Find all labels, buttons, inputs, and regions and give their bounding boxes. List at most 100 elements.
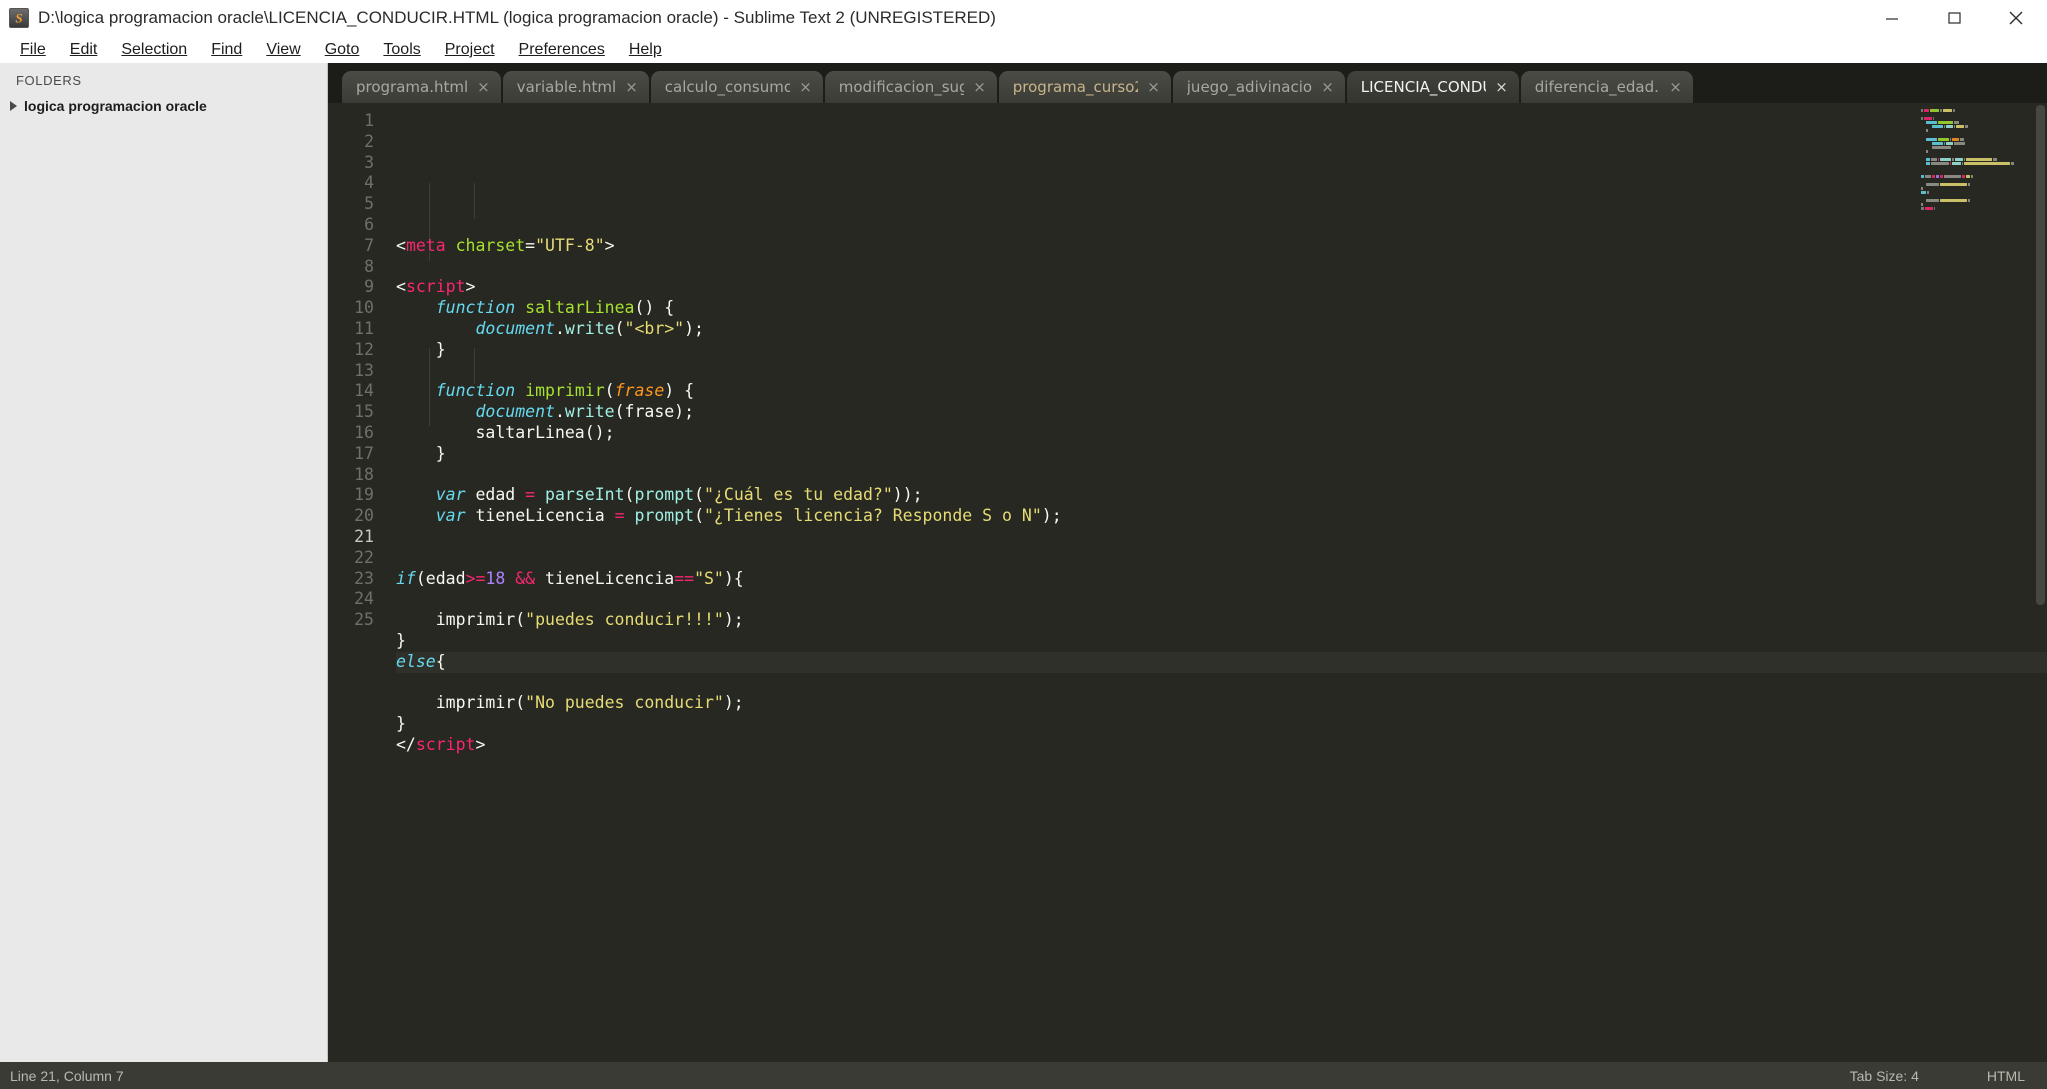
editor-tab[interactable]: juego_adivinacion.h ×	[1172, 71, 1345, 103]
line-number: 24	[354, 589, 374, 609]
vertical-scrollbar-thumb[interactable]	[2036, 105, 2045, 605]
chevron-right-icon[interactable]	[10, 101, 17, 111]
editor-tab[interactable]: programa_curso2.ht ×	[998, 71, 1171, 103]
code-token-plain: {	[435, 651, 446, 671]
maximize-icon[interactable]	[1923, 0, 1985, 36]
menu-item-preferences[interactable]: Preferences	[507, 39, 617, 61]
minimap-line	[1921, 203, 2031, 207]
minimize-icon[interactable]	[1861, 0, 1923, 36]
code-line[interactable]	[396, 589, 2047, 610]
code-line[interactable]: else{	[396, 651, 2047, 673]
code-minimap[interactable]	[1917, 103, 2035, 211]
code-token-plain: );	[723, 693, 744, 713]
tab-close-icon[interactable]: ×	[1495, 79, 1508, 95]
editor-tab[interactable]: variable.html ×	[502, 71, 649, 103]
code-line[interactable]: document.write(frase);	[396, 402, 2047, 423]
line-number-gutter: 1 2 3 4 5 6 7 8 9 10 11 12 13 14 15 16 17 18 19 20 21 22 23 24 2…	[328, 103, 384, 1062]
code-line[interactable]	[396, 548, 2047, 569]
code-token-op: =	[525, 485, 536, 505]
tab-close-icon[interactable]: ×	[1669, 79, 1682, 95]
minimap-line	[1921, 179, 2031, 182]
menu-item-file[interactable]: File	[8, 39, 58, 61]
minimap-segment	[1967, 182, 1971, 186]
code-line[interactable]: imprimir("No puedes conducir");	[396, 693, 2047, 714]
code-line[interactable]: }	[396, 714, 2047, 735]
tab-close-icon[interactable]: ×	[973, 79, 986, 95]
menu-item-view[interactable]: View	[254, 39, 312, 61]
code-line[interactable]	[396, 465, 2047, 486]
menu-find-label: Find	[211, 40, 243, 58]
menu-item-tools[interactable]: Tools	[371, 39, 432, 61]
menu-item-edit[interactable]: Edit	[58, 39, 110, 61]
code-token-plain: (edad	[415, 568, 466, 588]
code-line[interactable]: </script>	[396, 735, 2047, 756]
code-line[interactable]	[396, 257, 2047, 278]
minimap-line	[1921, 109, 2031, 112]
status-syntax[interactable]: HTML	[1987, 1068, 2025, 1084]
editor-tab[interactable]: programa.html ×	[342, 71, 501, 103]
code-line[interactable]: saltarLinea();	[396, 423, 2047, 444]
code-line[interactable]: if(edad>=18 && tieneLicencia=="S"){	[396, 569, 2047, 590]
minimap-segment	[1924, 207, 1933, 211]
minimap-line	[1921, 125, 2031, 129]
code-line[interactable]: function imprimir(frase) {	[396, 381, 2047, 402]
code-token-plain: .	[554, 318, 565, 338]
code-line[interactable]: }	[396, 444, 2047, 465]
minimap-segment	[1932, 117, 1935, 121]
menu-item-project[interactable]: Project	[433, 39, 507, 61]
tab-close-icon[interactable]: ×	[1321, 79, 1334, 95]
code-token-plain: tieneLicencia	[535, 568, 675, 588]
code-line[interactable]: imprimir("puedes conducir!!!");	[396, 610, 2047, 631]
editor-tab[interactable]: calculo_consumo.ht ×	[650, 71, 823, 103]
code-line[interactable]: var tieneLicencia = prompt("¿Tienes lice…	[396, 506, 2047, 527]
close-icon[interactable]	[1985, 0, 2047, 36]
editor-tab[interactable]: LICENCIA_CONDUCI ×	[1346, 71, 1519, 103]
menu-item-find[interactable]: Find	[199, 39, 254, 61]
code-token-param: frase	[614, 381, 665, 401]
minimap-segment	[1926, 162, 1931, 166]
editor-tab-label: diferencia_edad.htm	[1534, 78, 1660, 96]
code-line[interactable]: }	[396, 631, 2047, 652]
minimap-line	[1921, 141, 2031, 145]
status-tab-size[interactable]: Tab Size: 4	[1850, 1068, 1919, 1084]
code-token-kw: function	[435, 381, 516, 401]
code-token-meth: write	[564, 402, 615, 422]
tab-close-icon[interactable]: ×	[799, 79, 812, 95]
code-line[interactable]: }	[396, 340, 2047, 361]
code-line[interactable]: document.write("<br>");	[396, 319, 2047, 340]
code-line[interactable]	[396, 673, 2047, 694]
code-line[interactable]	[396, 361, 2047, 382]
minimap-segment	[1943, 125, 1946, 129]
code-line[interactable]	[396, 527, 2047, 548]
code-line[interactable]: function saltarLinea() {	[396, 298, 2047, 319]
vertical-scrollbar[interactable]	[2036, 103, 2045, 1062]
code-token-str: "¿Tienes licencia? Responde S o N"	[704, 506, 1042, 526]
editor-tab[interactable]: diferencia_edad.htm ×	[1520, 71, 1693, 103]
code-line[interactable]: var edad = parseInt(prompt("¿Cuál es tu …	[396, 485, 2047, 506]
code-content[interactable]: <meta charset="UTF-8"> <script> function…	[384, 103, 2047, 1062]
code-token-plain: ){	[723, 568, 744, 588]
tab-close-icon[interactable]: ×	[625, 79, 638, 95]
code-token-plain: );	[723, 610, 744, 630]
editor-tab[interactable]: modificacion_sugeri ×	[824, 71, 997, 103]
code-line[interactable]: <script>	[396, 277, 2047, 298]
minimap-segment	[1921, 203, 1923, 207]
minimap-segment	[1938, 121, 1954, 125]
code-token-punct: <	[396, 235, 406, 255]
menu-item-goto[interactable]: Goto	[313, 39, 372, 61]
sidebar-folder-item[interactable]: logica programacion oracle	[0, 96, 327, 116]
code-editor[interactable]: 1 2 3 4 5 6 7 8 9 10 11 12 13 14 15 16 17 18 19 20 21 22 23 24 2…	[328, 103, 2047, 1062]
code-line[interactable]: <meta charset="UTF-8">	[396, 236, 2047, 257]
editor-tab-label: calculo_consumo.ht	[664, 78, 791, 96]
code-token-plain: (	[614, 318, 625, 338]
menu-item-help[interactable]: Help	[617, 39, 674, 61]
menu-item-selection[interactable]: Selection	[109, 39, 199, 61]
code-token-tag: meta	[405, 235, 446, 255]
code-token-op: &&	[515, 568, 536, 588]
line-number: 23	[354, 568, 374, 588]
tab-close-icon[interactable]: ×	[1147, 79, 1160, 95]
tab-close-icon[interactable]: ×	[477, 79, 490, 95]
sidebar: FOLDERS logica programacion oracle	[0, 63, 328, 1062]
